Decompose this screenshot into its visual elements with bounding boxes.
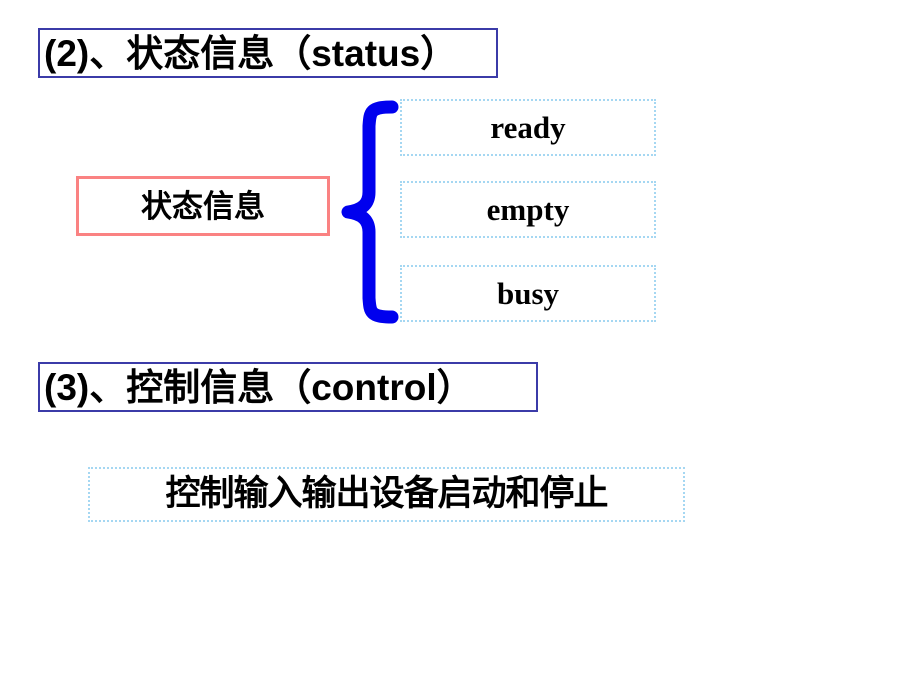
control-description-box: 控制输入输出设备启动和停止: [88, 467, 685, 522]
heading-label-control: (3)、控制信息（control）: [44, 366, 474, 408]
value-box-busy: busy: [400, 265, 656, 322]
slide-canvas: (2)、状态信息（status） 状态信息 ready empty busy (…: [0, 0, 920, 690]
control-description-label: 控制输入输出设备启动和停止: [165, 474, 608, 514]
value-label-ready: ready: [490, 110, 566, 145]
curly-brace-connector: [340, 100, 402, 325]
source-node-status-info: 状态信息: [76, 176, 330, 236]
heading-box-status: (2)、状态信息（status）: [38, 28, 500, 80]
value-label-empty: empty: [486, 192, 570, 227]
heading-label-status: (2)、状态信息（status）: [44, 32, 458, 74]
curly-brace-icon: [341, 100, 399, 324]
value-label-busy: busy: [496, 276, 560, 311]
value-box-empty: empty: [400, 181, 656, 238]
source-node-label: 状态信息: [141, 188, 265, 224]
heading-box-control: (3)、控制信息（control）: [38, 362, 540, 414]
value-box-ready: ready: [400, 99, 656, 156]
